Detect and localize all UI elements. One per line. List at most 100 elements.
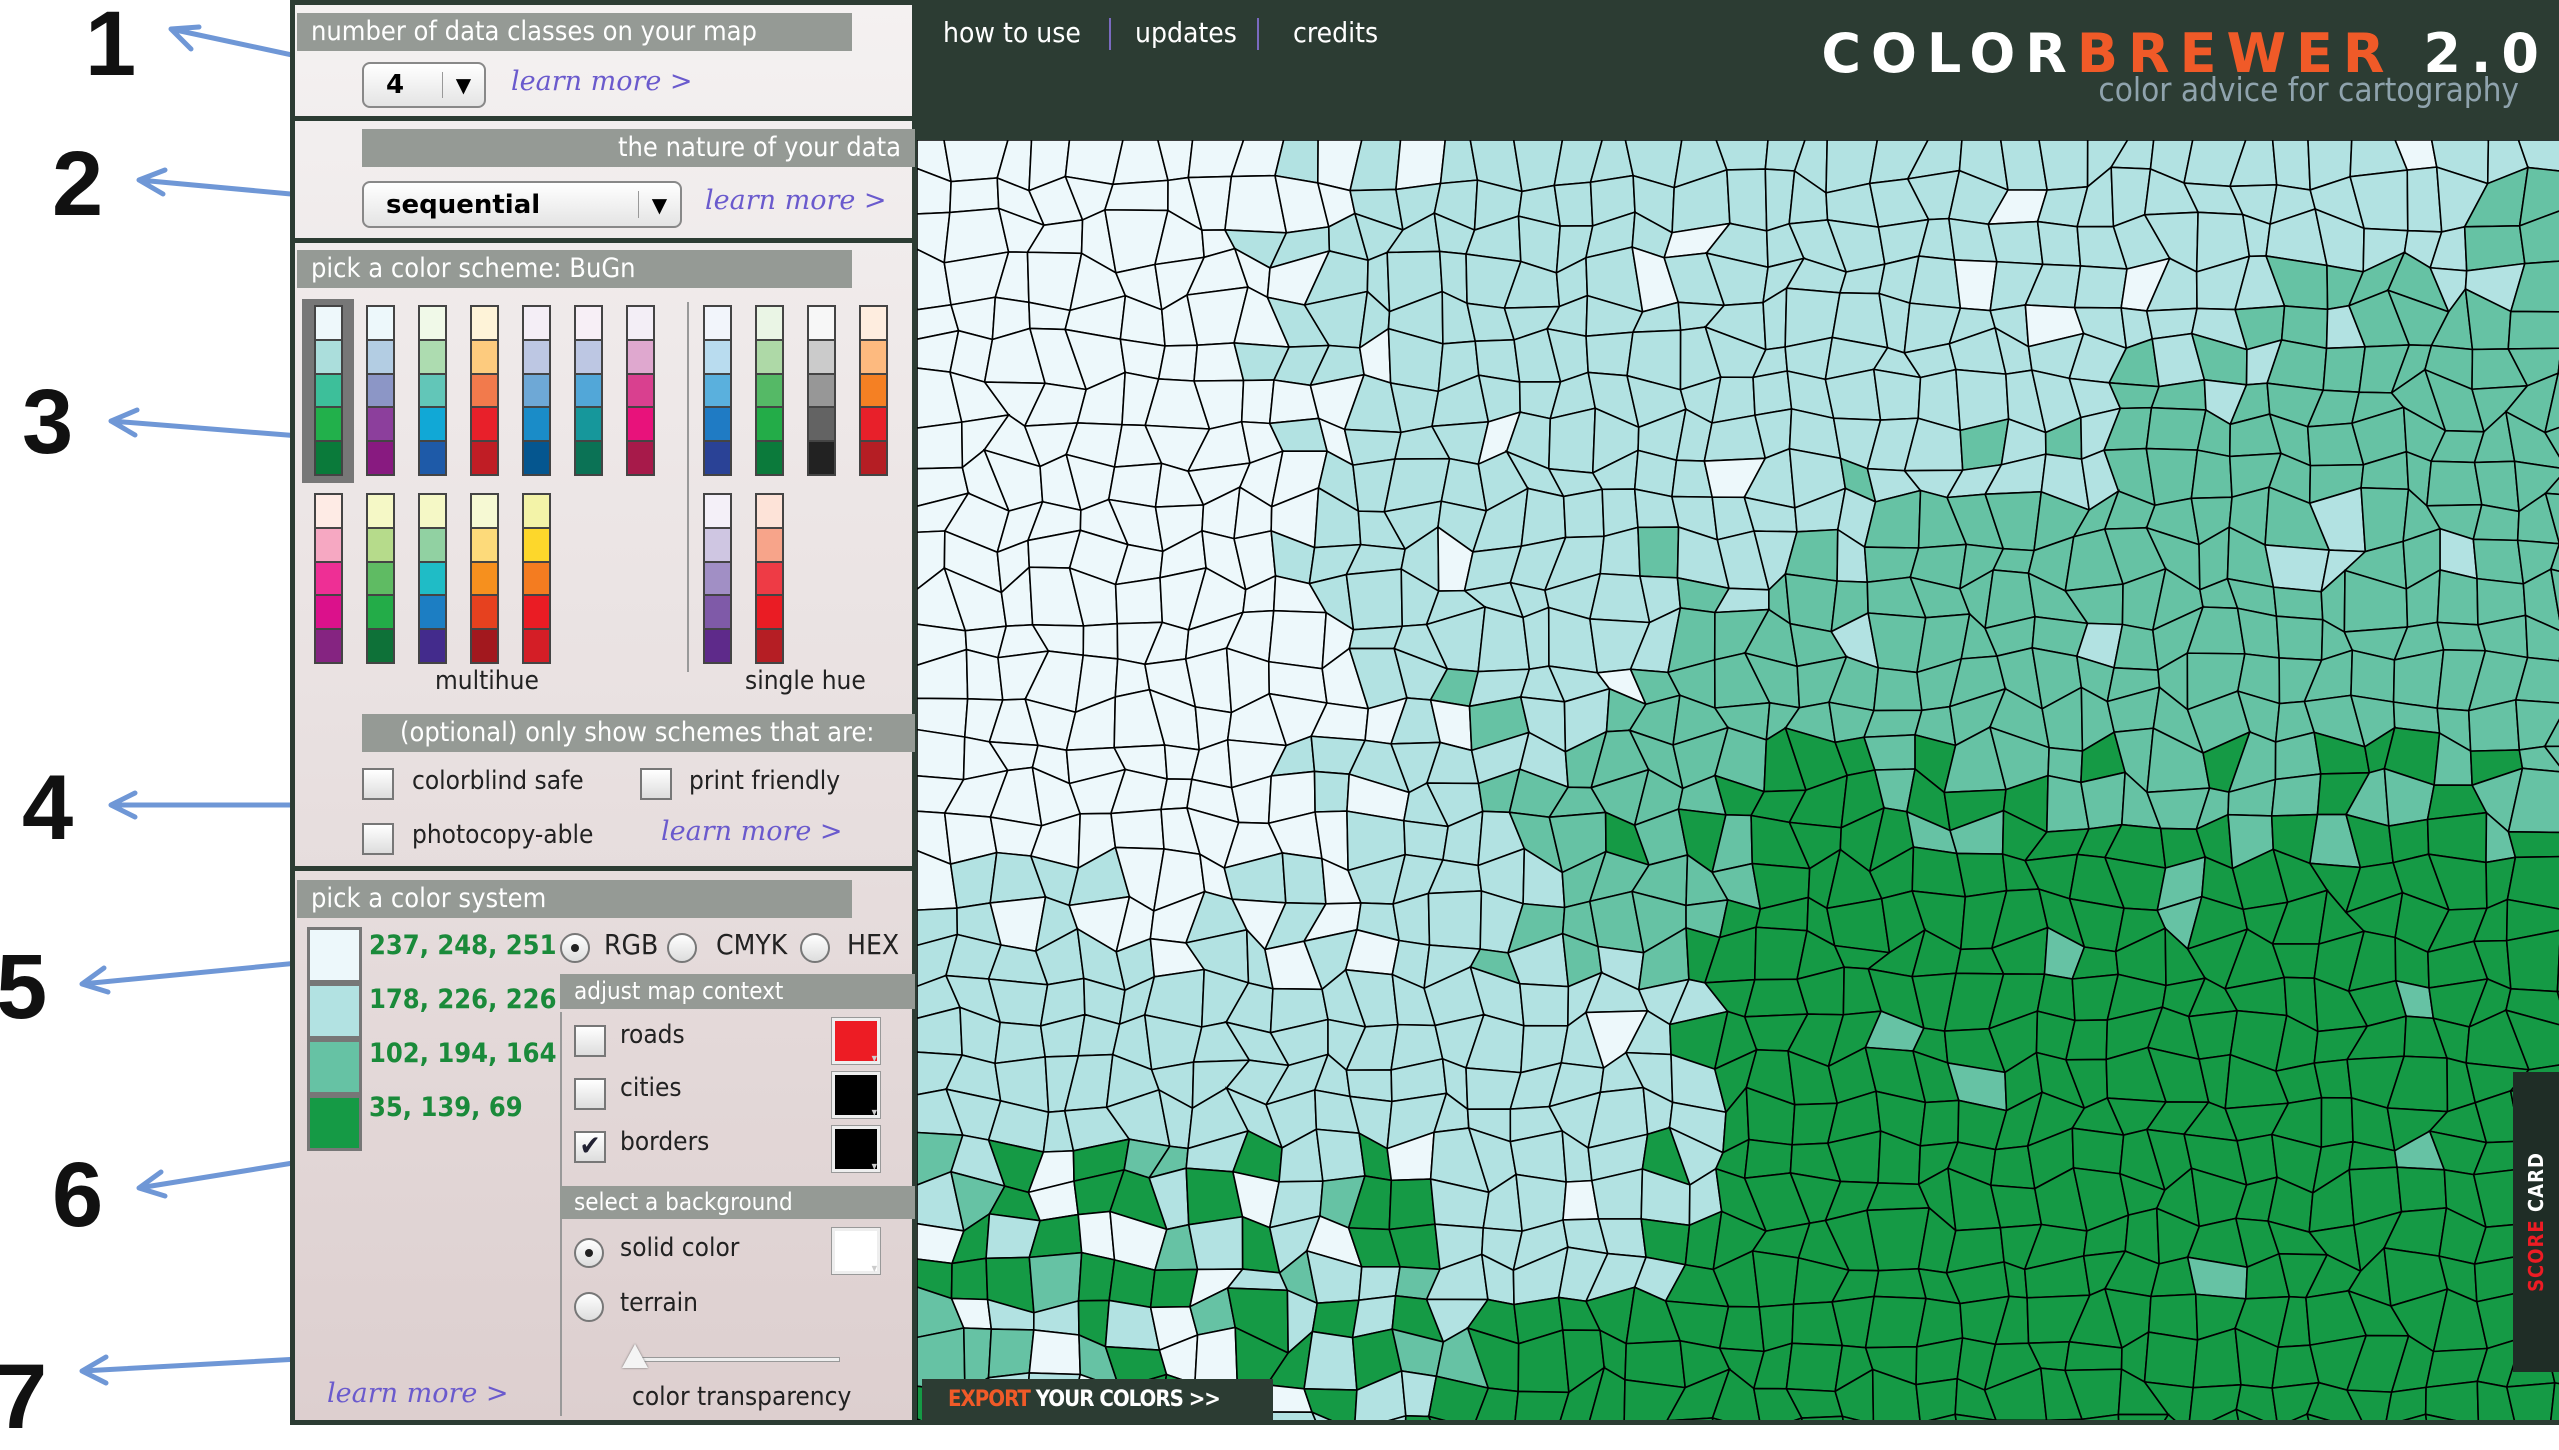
county[interactable] xyxy=(1389,1179,1435,1229)
county[interactable] xyxy=(1396,140,1445,189)
color-scheme-ramp[interactable] xyxy=(574,305,603,476)
transparency-slider-handle[interactable] xyxy=(622,1344,648,1368)
county[interactable] xyxy=(1521,488,1565,546)
nav-updates[interactable]: updates xyxy=(1135,16,1237,49)
county[interactable] xyxy=(1988,222,2042,265)
county[interactable] xyxy=(1029,1330,1080,1375)
county[interactable] xyxy=(2473,539,2523,584)
county[interactable] xyxy=(1785,574,1837,632)
county[interactable] xyxy=(1638,527,1679,578)
county[interactable] xyxy=(1864,710,1922,737)
county[interactable] xyxy=(2081,772,2125,829)
county[interactable] xyxy=(1991,1185,2042,1228)
county[interactable] xyxy=(2427,461,2482,506)
county[interactable] xyxy=(1753,1251,1799,1307)
county[interactable] xyxy=(2075,266,2127,308)
cities-color-picker[interactable] xyxy=(832,1072,880,1118)
county[interactable] xyxy=(2146,408,2206,450)
color-scheme-ramp[interactable] xyxy=(418,305,447,476)
nav-how-to-use[interactable]: how to use xyxy=(943,16,1081,49)
county[interactable] xyxy=(950,178,999,212)
county[interactable] xyxy=(2272,774,2321,816)
county[interactable] xyxy=(1825,369,1880,420)
county[interactable] xyxy=(2397,1167,2446,1212)
county[interactable] xyxy=(1910,256,1961,308)
roads-color-picker[interactable] xyxy=(832,1018,880,1064)
county[interactable] xyxy=(1586,332,1633,375)
county[interactable] xyxy=(2507,1383,2555,1425)
county[interactable] xyxy=(2321,1098,2353,1148)
export-colors-button[interactable]: EXPORT YOUR COLORS >> xyxy=(922,1379,1273,1420)
color-system-learn-more-link[interactable]: learn more > xyxy=(327,1378,509,1409)
county[interactable] xyxy=(1753,371,1792,415)
county[interactable] xyxy=(1745,1140,1792,1179)
rgb-radio[interactable] xyxy=(560,933,590,963)
county[interactable] xyxy=(2314,1060,2351,1098)
classes-learn-more-link[interactable]: learn more > xyxy=(511,66,693,97)
classes-select[interactable]: 4▼ xyxy=(362,62,486,108)
solid-color-radio[interactable] xyxy=(574,1238,604,1268)
color-scheme-ramp[interactable] xyxy=(703,493,732,664)
county[interactable] xyxy=(952,1258,988,1299)
county[interactable] xyxy=(1866,1296,1926,1347)
county[interactable] xyxy=(1727,169,1767,231)
county[interactable] xyxy=(1874,369,1921,420)
county[interactable] xyxy=(1316,1129,1365,1181)
county[interactable] xyxy=(1549,408,1595,473)
county[interactable] xyxy=(2145,1332,2198,1388)
county[interactable] xyxy=(1349,626,1402,648)
nav-credits[interactable]: credits xyxy=(1293,16,1378,49)
color-scheme-ramp[interactable] xyxy=(366,493,395,664)
county[interactable] xyxy=(1478,607,1529,672)
color-scheme-ramp[interactable] xyxy=(807,305,836,476)
county[interactable] xyxy=(2508,311,2559,349)
cities-checkbox[interactable] xyxy=(574,1078,606,1110)
county[interactable] xyxy=(1554,182,1592,226)
county[interactable] xyxy=(1957,853,2007,896)
county[interactable] xyxy=(2191,450,2232,498)
county[interactable] xyxy=(1916,1338,1963,1385)
county[interactable] xyxy=(1564,489,1604,537)
county[interactable] xyxy=(2394,650,2444,708)
borders-checkbox[interactable]: ✔ xyxy=(574,1131,606,1163)
county[interactable] xyxy=(1189,1217,1243,1270)
county[interactable] xyxy=(1315,771,1350,812)
print-friendly-checkbox[interactable] xyxy=(640,768,672,800)
roads-checkbox[interactable] xyxy=(574,1025,606,1057)
county[interactable] xyxy=(1083,624,1117,659)
county[interactable] xyxy=(2072,1128,2123,1174)
county[interactable] xyxy=(1874,1269,1926,1299)
transparency-slider-track[interactable] xyxy=(630,1357,840,1362)
county[interactable] xyxy=(1868,613,1926,672)
color-scheme-ramp[interactable] xyxy=(314,493,343,664)
county[interactable] xyxy=(2507,930,2559,991)
county[interactable] xyxy=(2273,587,2322,620)
color-scheme-ramp[interactable] xyxy=(755,305,784,476)
county[interactable] xyxy=(2039,140,2088,190)
county[interactable] xyxy=(2265,545,2329,592)
color-scheme-ramp[interactable] xyxy=(626,305,655,476)
nature-learn-more-link[interactable]: learn more > xyxy=(705,185,887,216)
county[interactable] xyxy=(989,1329,1034,1378)
color-scheme-ramp[interactable] xyxy=(470,305,499,476)
county[interactable] xyxy=(1111,809,1164,849)
colorblind-safe-checkbox[interactable] xyxy=(362,768,394,800)
county[interactable] xyxy=(917,730,965,780)
hex-radio[interactable] xyxy=(800,933,830,963)
county[interactable] xyxy=(1242,380,1274,423)
county[interactable] xyxy=(1520,984,1569,1026)
county[interactable] xyxy=(1720,1307,1764,1352)
county[interactable] xyxy=(1428,891,1481,949)
county[interactable] xyxy=(1304,1332,1357,1391)
choropleth-map[interactable] xyxy=(917,140,2559,1425)
county[interactable] xyxy=(2276,616,2322,660)
county[interactable] xyxy=(1346,569,1402,630)
county[interactable] xyxy=(2146,449,2197,506)
county[interactable] xyxy=(1105,180,1168,210)
county[interactable] xyxy=(2038,222,2081,266)
color-scheme-ramp[interactable] xyxy=(703,305,732,476)
county[interactable] xyxy=(2508,832,2559,857)
color-scheme-ramp[interactable] xyxy=(470,493,499,664)
county[interactable] xyxy=(2323,347,2365,392)
county[interactable] xyxy=(2351,650,2394,702)
